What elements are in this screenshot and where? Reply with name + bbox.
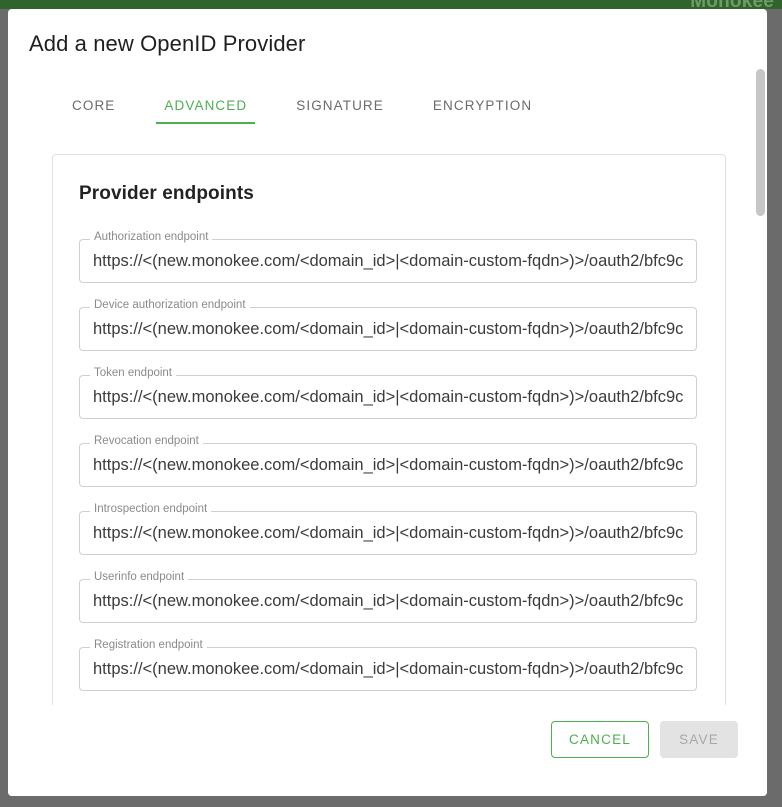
provider-endpoints-heading: Provider endpoints [79,183,254,204]
input-authorization-endpoint[interactable] [80,240,696,282]
tab-signature[interactable]: SIGNATURE [288,98,392,124]
field-label-registration-endpoint: Registration endpoint [90,639,207,651]
field-registration-endpoint: Registration endpoint [79,635,697,691]
input-revocation-endpoint[interactable] [80,444,696,486]
dialog-actions: CANCEL SAVE [8,705,767,796]
field-revocation-endpoint: Revocation endpoint [79,431,697,487]
field-label-device-authorization-endpoint: Device authorization endpoint [90,299,250,311]
dialog-content-scroll-region[interactable]: Provider endpoints Authorization endpoin… [8,140,767,705]
dialog-tabs: CORE ADVANCED SIGNATURE ENCRYPTION [8,84,767,124]
dialog-scrollbar-thumb[interactable] [756,69,765,216]
dialog-title: Add a new OpenID Provider [29,31,306,56]
tab-advanced[interactable]: ADVANCED [156,98,256,124]
cancel-button[interactable]: CANCEL [551,721,649,758]
add-openid-provider-dialog: Add a new OpenID Provider CORE ADVANCED … [8,9,767,796]
input-device-authorization-endpoint[interactable] [80,308,696,350]
provider-endpoints-card: Provider endpoints Authorization endpoin… [52,154,726,705]
field-device-authorization-endpoint: Device authorization endpoint [79,295,697,351]
field-label-revocation-endpoint: Revocation endpoint [90,435,203,447]
field-token-endpoint: Token endpoint [79,363,697,419]
field-authorization-endpoint: Authorization endpoint [79,227,697,283]
field-introspection-endpoint: Introspection endpoint [79,499,697,555]
save-button[interactable]: SAVE [660,721,738,758]
input-introspection-endpoint[interactable] [80,512,696,554]
input-token-endpoint[interactable] [80,376,696,418]
field-label-authorization-endpoint: Authorization endpoint [90,231,213,243]
tab-encryption[interactable]: ENCRYPTION [425,98,540,124]
input-registration-endpoint[interactable] [80,648,696,690]
field-label-token-endpoint: Token endpoint [90,367,177,379]
dialog-scrollbar[interactable] [756,20,765,785]
tab-core[interactable]: CORE [64,98,123,124]
input-userinfo-endpoint[interactable] [80,580,696,622]
field-userinfo-endpoint: Userinfo endpoint [79,567,697,623]
field-label-introspection-endpoint: Introspection endpoint [90,503,212,515]
app-topbar [0,0,782,9]
field-label-userinfo-endpoint: Userinfo endpoint [90,571,189,583]
